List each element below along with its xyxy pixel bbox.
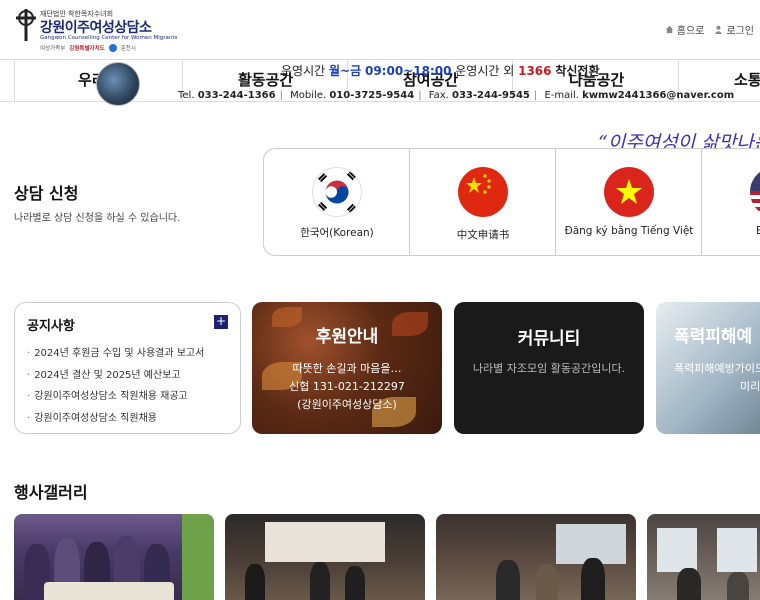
user-icon xyxy=(715,25,723,34)
gallery-thumbnail[interactable] xyxy=(225,514,425,600)
mobile-label: Mobile. xyxy=(290,90,327,101)
sponsor-2: 강원특별자치도 xyxy=(69,46,105,52)
korea-flag-icon xyxy=(312,167,362,217)
china-flag-icon xyxy=(458,167,508,217)
language-selector: 한국어(Korean) 中文申请书 Đăng ký bằng Tiếng Việ… xyxy=(263,148,760,256)
gallery-title: 행사갤러리 xyxy=(14,483,88,502)
nav-item-communication[interactable]: 소통 xyxy=(734,69,760,90)
contact-info: Tel. 033-244-1366 | Mobile. 010-3725-9544… xyxy=(178,90,735,101)
fax-label: Fax. xyxy=(428,90,449,101)
chuncheon-logo-icon xyxy=(108,44,117,52)
home-icon xyxy=(665,25,673,34)
community-card[interactable]: 커뮤니티 나라별 자조모임 활동공간입니다. xyxy=(454,302,644,434)
donation-account-holder: (강원이주여성상담소) xyxy=(297,398,397,411)
hours-suffix: 착신전환 xyxy=(555,64,600,78)
hours-days: 월~금 xyxy=(329,64,362,78)
mobile-value: 010-3725-9544 xyxy=(329,90,415,101)
operating-hours: 운영시간 월~금 09:00~18:00 운영시간 외 1366 착신전환 xyxy=(281,62,600,79)
popup-avatar-image xyxy=(96,62,140,106)
consult-title: 상담 신청 xyxy=(14,184,79,203)
notice-board: 공지사항 + 2024년 후원금 수입 및 사용결과 보고서 2024년 결산 … xyxy=(14,302,241,434)
lang-korean[interactable]: 한국어(Korean) xyxy=(264,149,410,255)
home-link[interactable]: 홈으로 xyxy=(665,22,705,37)
email-label: E-mail. xyxy=(544,90,579,101)
lang-chinese[interactable]: 中文申请书 xyxy=(410,149,556,255)
lang-english-label: English xyxy=(756,225,760,237)
hours-prefix: 운영시간 xyxy=(281,64,326,78)
consult-description: 나라별로 상담 신청을 하실 수 있습니다. xyxy=(14,213,181,224)
nav-divider xyxy=(14,60,15,101)
violence-card-line: 미리 예방해 xyxy=(740,380,760,393)
community-card-line: 나라별 자조모임 활동공간입니다. xyxy=(472,362,626,375)
donation-card-title: 후원안내 xyxy=(315,327,379,347)
cross-logo-icon xyxy=(16,9,36,41)
notice-item[interactable]: 강원이주여성상담소 직원채용 재공고 xyxy=(27,387,204,409)
notice-item[interactable]: 2024년 후원금 수입 및 사용결과 보고서 xyxy=(27,344,204,366)
email-value: kwmw2441366@naver.com xyxy=(582,90,735,101)
login-link[interactable]: 로그인 xyxy=(714,22,754,37)
sponsor-1: 여성가족부 xyxy=(40,46,66,52)
page: 재단법인 착한목자수녀회 강원이주여성상담소 Gangwon Counselli… xyxy=(0,0,760,600)
lang-vietnamese-label: Đăng ký bằng Tiếng Việt xyxy=(564,225,694,237)
violence-card-line: 폭력피해예방가이드 xyxy=(674,362,760,375)
login-link-label: 로그인 xyxy=(726,26,754,37)
donation-account: 신협 131-021-212297 xyxy=(289,380,405,393)
violence-prevention-card[interactable]: 폭력피해예 폭력피해예방가이드 미리 예방해 xyxy=(656,302,760,434)
donation-card[interactable]: 후원안내 따뜻한 손길과 마음을… 신협 131-021-212297 (강원이… xyxy=(252,302,442,434)
donation-card-line: 따뜻한 손길과 마음을… xyxy=(292,362,402,375)
notice-more-button[interactable]: + xyxy=(214,315,228,329)
lang-english[interactable]: English xyxy=(702,149,760,255)
violence-card-title: 폭력피해예 xyxy=(674,327,753,347)
gallery-thumbnail[interactable] xyxy=(14,514,214,600)
notice-list: 2024년 후원금 수입 및 사용결과 보고서 2024년 결산 및 2025년… xyxy=(27,344,204,430)
vietnam-flag-icon xyxy=(604,167,654,217)
hotline-number: 1366 xyxy=(518,64,552,78)
site-logo[interactable]: 재단법인 착한목자수녀회 강원이주여성상담소 Gangwon Counselli… xyxy=(14,8,177,54)
sponsor-logos: 여성가족부 강원특별자치도 춘천시 xyxy=(40,44,136,52)
notice-item[interactable]: 강원이주여성상담소 직원채용 xyxy=(27,409,204,431)
fax-value: 033-244-9545 xyxy=(452,90,530,101)
notice-title: 공지사항 xyxy=(27,319,75,334)
tel-label: Tel. xyxy=(178,90,195,101)
community-card-title: 커뮤니티 xyxy=(517,329,581,349)
lang-chinese-label: 中文申请书 xyxy=(456,229,510,241)
main-nav: 우리는 활동공간 참여공간 나눔공간 소통 운영시간 월~금 09:00~18:… xyxy=(0,59,760,106)
hours-mid: 운영시간 외 xyxy=(455,64,515,78)
org-name: 강원이주여성상담소 xyxy=(40,20,152,36)
hours-time: 09:00~18:00 xyxy=(364,64,452,78)
home-link-label: 홈으로 xyxy=(676,26,705,37)
utility-links: 홈으로 로그인 xyxy=(665,22,754,37)
lang-korean-label: 한국어(Korean) xyxy=(300,227,374,239)
gallery-thumbnail[interactable] xyxy=(436,514,636,600)
org-english-name: Gangwon Counselling Center for Women Mig… xyxy=(40,35,178,41)
gallery-thumbnail[interactable] xyxy=(647,514,760,600)
notice-item[interactable]: 2024년 결산 및 2025년 예산보고 xyxy=(27,366,204,388)
lang-vietnamese[interactable]: Đăng ký bằng Tiếng Việt xyxy=(556,149,702,255)
usa-flag-icon xyxy=(750,167,760,217)
tel-value: 033-244-1366 xyxy=(197,90,276,101)
sponsor-3: 춘천시 xyxy=(120,46,136,52)
